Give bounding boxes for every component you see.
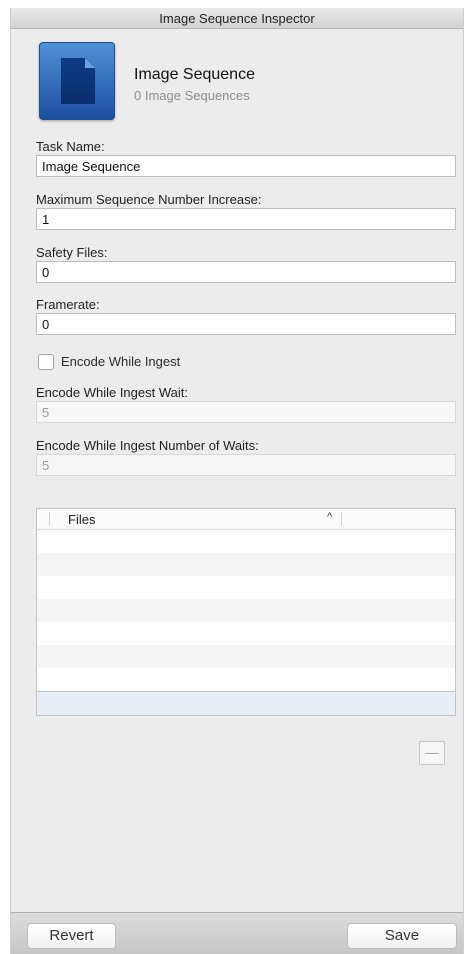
task-name-field[interactable] <box>36 155 456 177</box>
header-title: Image Sequence <box>134 66 255 83</box>
revert-button[interactable]: Revert <box>27 923 116 949</box>
column-separator <box>49 512 50 526</box>
encode-num-waits-field[interactable] <box>36 454 456 476</box>
sort-ascending-icon: ^ <box>327 511 333 523</box>
remove-file-button[interactable]: — <box>419 741 445 765</box>
document-icon <box>39 42 115 120</box>
footer-bar: Revert Save <box>11 912 463 954</box>
table-row[interactable] <box>37 691 455 715</box>
table-row[interactable] <box>37 645 455 668</box>
encode-while-ingest-label: Encode While Ingest <box>61 354 181 369</box>
max-seq-increase-field[interactable] <box>36 208 456 230</box>
table-row[interactable] <box>37 553 455 576</box>
files-column-header[interactable]: Files <box>68 512 95 527</box>
header-subtitle: 0 Image Sequences <box>134 88 250 103</box>
safety-files-label: Safety Files: <box>36 245 108 260</box>
task-name-label: Task Name: <box>36 139 105 154</box>
encode-while-ingest-checkbox[interactable] <box>38 354 54 370</box>
column-separator <box>341 512 342 526</box>
table-row[interactable] <box>37 576 455 599</box>
save-button[interactable]: Save <box>347 923 457 949</box>
files-table[interactable]: Files ^ <box>36 508 456 716</box>
encode-wait-field[interactable] <box>36 401 456 423</box>
max-seq-increase-label: Maximum Sequence Number Increase: <box>36 192 262 207</box>
files-table-header[interactable]: Files ^ <box>37 509 455 530</box>
inspector-window: Image Sequence Inspector Image Sequence … <box>10 8 464 954</box>
encode-num-waits-label: Encode While Ingest Number of Waits: <box>36 438 259 453</box>
encode-wait-label: Encode While Ingest Wait: <box>36 385 188 400</box>
window-title: Image Sequence Inspector <box>11 8 463 29</box>
table-row[interactable] <box>37 668 455 691</box>
framerate-label: Framerate: <box>36 297 100 312</box>
framerate-field[interactable] <box>36 313 456 335</box>
safety-files-field[interactable] <box>36 261 456 283</box>
table-row[interactable] <box>37 599 455 622</box>
table-row[interactable] <box>37 622 455 645</box>
table-row[interactable] <box>37 530 455 553</box>
